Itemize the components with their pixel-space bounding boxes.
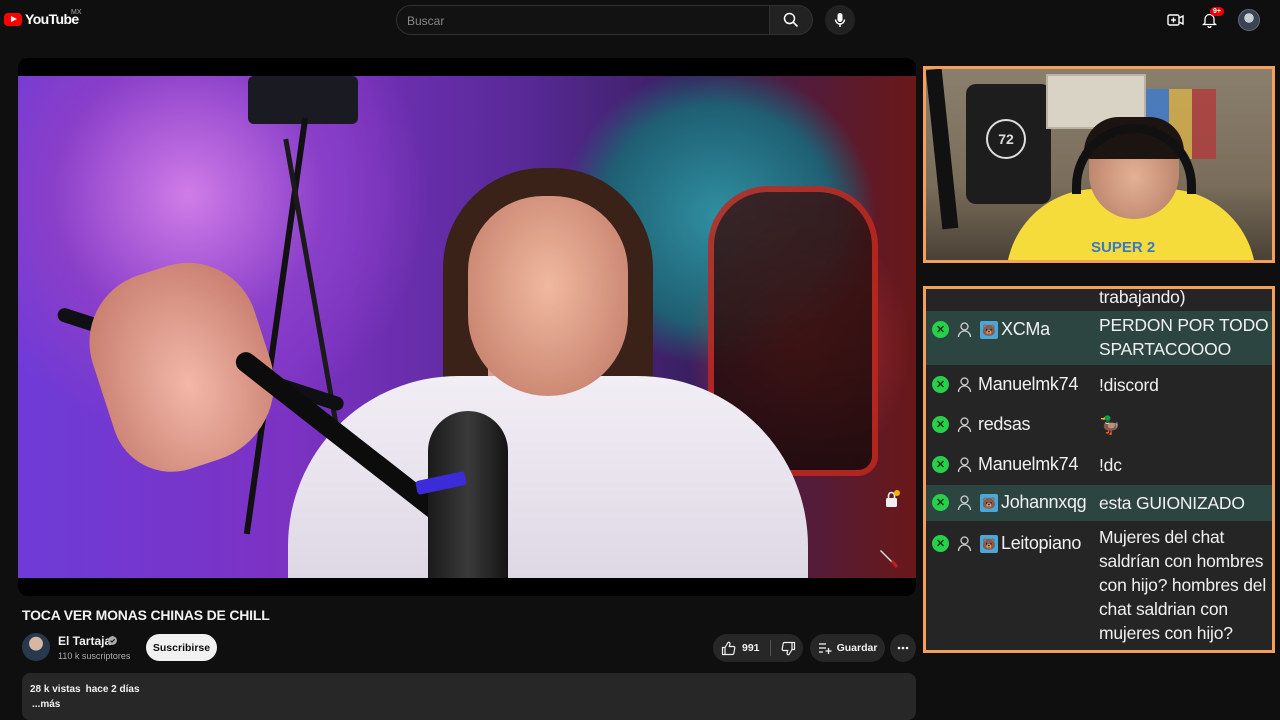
save-label: Guardar [836,642,878,654]
logo-region: MX [71,9,82,16]
subscriber-count: 110 k suscriptores [58,651,131,661]
account-avatar[interactable] [1238,9,1260,31]
subscribe-button[interactable]: Suscribirse [146,634,217,661]
like-count: 991 [742,642,760,654]
user-icon [957,536,972,552]
play-logo-icon [4,12,22,26]
dislike-button[interactable] [773,634,803,662]
notifications-button[interactable]: 9+ [1198,7,1224,31]
create-button[interactable] [1164,9,1186,31]
chat-username: XCMa [1001,319,1050,339]
upload-age: hace 2 días [85,684,140,695]
chat-message: trabajando) [926,287,1272,311]
lock-icon [886,490,900,507]
channel-name[interactable]: El Tartaja [58,634,111,648]
moderator-badge-icon: ✕ [932,535,949,552]
pen-watermark-icon [880,550,899,568]
chat-message: ✕ Manuelmk74 !discord [926,365,1272,405]
verified-icon [108,636,117,645]
user-icon [957,377,972,393]
chat-username: Johannxqg [1001,492,1087,512]
chat-message-text: Mujeres del chat saldrían con hombres co… [1099,527,1267,643]
chat-message-text: 🦆 [1099,415,1121,435]
like-dislike-group: 991 [713,634,803,662]
chat-message-text: PERDON POR TODO SPARTACOOOO [1099,315,1269,359]
youtube-logo[interactable]: YouTube MX [4,9,82,27]
chat-username: Leitopiano [1001,533,1082,553]
chat-message: ✕ redsas 🦆 [926,405,1272,445]
chat-username: Manuelmk74 [978,374,1079,394]
chat-message: ✕ 🐻 Leitopiano Mujeres del chat saldrían… [926,521,1272,650]
chat-message: ✕ Manuelmk74 !dc [926,445,1272,485]
search-input[interactable] [407,12,747,30]
subscriber-emote-icon: 🐻 [980,535,998,553]
show-more-link[interactable]: ...más [32,699,60,710]
voice-search-button[interactable] [825,5,855,35]
channel-avatar[interactable] [22,633,50,661]
webcam-overlay: 72 SUPER 2 [923,66,1275,263]
video-frame [18,76,916,578]
chat-message-text: !discord [1099,375,1159,395]
chat-message-text: trabajando) [1099,287,1186,307]
search-bar [396,5,814,35]
moderator-badge-icon: ✕ [932,494,949,511]
like-button[interactable]: 991 [713,634,767,662]
view-count: 28 k vistas [30,684,81,695]
video-title: TOCA VER MONAS CHINAS DE CHILL [22,607,270,623]
save-button[interactable]: Guardar [810,634,885,662]
chat-message-text: !dc [1099,455,1122,475]
moderator-badge-icon: ✕ [932,416,949,433]
user-icon [957,457,972,473]
video-player[interactable] [18,58,916,596]
chat-username: redsas [978,414,1031,434]
moderator-badge-icon: ✕ [932,321,949,338]
description-box[interactable]: 28 k vistas hace 2 días ...más [22,673,916,720]
moderator-badge-icon: ✕ [932,456,949,473]
more-horizontal-icon [897,646,909,650]
chat-message: ✕ 🐻 Johannxqg esta GUIONIZADO [926,485,1272,521]
thumbs-down-icon [781,641,795,655]
top-bar: YouTube MX 9+ [0,0,1280,40]
more-actions-button[interactable] [890,634,916,662]
stream-chat-overlay: trabajando) ✕ 🐻 XCMa PERDON POR TODO SPA… [923,286,1275,653]
search-button[interactable] [769,5,813,35]
create-video-icon [1166,14,1184,26]
jersey-number: 72 [986,119,1026,159]
user-icon [957,322,972,338]
user-icon [957,495,972,511]
user-icon [957,417,972,433]
moderator-badge-icon: ✕ [932,376,949,393]
chat-message-text: esta GUIONIZADO [1099,493,1245,513]
thumbs-up-icon [721,641,736,655]
microphone-icon [834,13,846,27]
search-icon [783,12,799,28]
shirt-text: SUPER 2 [1091,239,1156,256]
subscriber-emote-icon: 🐻 [980,321,998,339]
video-stats: 28 k vistas hace 2 días [30,684,140,695]
subscriber-emote-icon: 🐻 [980,494,998,512]
search-box [396,5,770,35]
playlist-add-icon [818,643,832,654]
notification-count-badge: 9+ [1210,7,1224,16]
chat-message: ✕ 🐻 XCMa PERDON POR TODO SPARTACOOOO [926,311,1272,365]
chat-username: Manuelmk74 [978,454,1079,474]
